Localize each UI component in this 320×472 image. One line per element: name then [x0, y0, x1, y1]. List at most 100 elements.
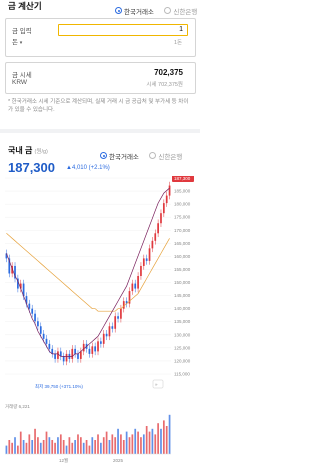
volume-label: 거래량 6,221	[5, 403, 30, 410]
price-result-box	[5, 62, 196, 94]
ma-long-line	[6, 233, 170, 312]
volume-bar	[59, 434, 62, 454]
volume-bar	[160, 428, 162, 454]
candle-body	[77, 353, 79, 359]
section-divider	[0, 129, 200, 133]
volume-bar	[39, 442, 42, 454]
radio-krx[interactable]: 한국거래소	[115, 6, 154, 16]
market-source-radio-group: 한국거래소 신한은행	[100, 146, 182, 164]
volume-bar	[42, 440, 45, 454]
candle-body	[151, 240, 154, 249]
radio-selected-icon	[115, 7, 122, 14]
y-tick-label: 115,000	[174, 372, 190, 377]
market-change: ▲4,010 (+2.1%)	[66, 165, 110, 171]
candle-body	[82, 343, 85, 352]
candle-body	[37, 321, 39, 327]
volume-bar	[125, 431, 128, 454]
volume-bar	[48, 437, 51, 454]
unit-dropdown[interactable]: 돈 ▾	[12, 36, 22, 46]
volume-bar	[108, 440, 111, 454]
volume-bar	[85, 440, 88, 454]
volume-bar	[19, 431, 22, 454]
volume-bar	[157, 423, 159, 454]
ma-short-line	[6, 187, 170, 357]
volume-bar	[142, 434, 145, 454]
radio-unselected-icon	[164, 7, 172, 14]
price-label: 금 시세	[12, 72, 32, 79]
chevron-down-icon: ▾	[19, 40, 23, 46]
candle-body	[111, 326, 114, 329]
volume-bar	[8, 440, 11, 454]
price-chart[interactable]: 187,300 185,000 180,000 175,000 170,000 165,0…	[3, 176, 197, 468]
volume-bar	[134, 428, 137, 454]
volume-bar	[111, 434, 114, 454]
y-tick-label: 180,000	[174, 202, 191, 207]
x-label: 12월	[59, 457, 68, 464]
currency-label: KRW	[12, 79, 28, 86]
disclaimer-note: * 한국거래소 시세 기준으로 계산되며, 실제 거래 시 금 공급처 및 부가…	[8, 99, 189, 113]
candle-body	[108, 326, 111, 337]
volume-bar	[140, 437, 142, 454]
y-tick-label: 145,000	[174, 293, 191, 298]
quantity-input[interactable]: 1	[58, 24, 188, 36]
candle-body	[122, 301, 125, 309]
volume-bar	[122, 440, 125, 454]
volume-bar	[145, 426, 148, 454]
candle-body	[42, 333, 45, 339]
volume-bar	[77, 434, 79, 454]
candle-body	[117, 316, 119, 319]
candle-body	[154, 233, 157, 241]
candle-body	[79, 351, 82, 359]
volume-bar	[88, 445, 91, 454]
candle-body	[74, 348, 76, 354]
candle-body	[34, 313, 36, 322]
candle-body	[54, 353, 56, 359]
market-price: 187,300	[8, 160, 55, 175]
candle-body	[168, 185, 171, 196]
candle-body	[57, 351, 59, 359]
candle-body	[160, 213, 162, 224]
volume-bar	[94, 440, 97, 454]
candle-body	[142, 258, 145, 266]
candle-body	[162, 203, 165, 214]
volume-bar	[137, 431, 139, 454]
candle-body	[145, 258, 148, 261]
volume-bar	[22, 440, 25, 454]
candle-body	[100, 341, 102, 344]
candle-body	[94, 346, 97, 352]
volume-bar	[34, 428, 36, 454]
volume-bar	[31, 440, 34, 454]
price-value: 702,375	[154, 68, 183, 77]
volume-bar	[91, 437, 94, 454]
candle-body	[62, 356, 65, 362]
y-tick-label: 125,000	[174, 345, 191, 350]
candle-body	[165, 195, 168, 204]
candle-body	[31, 308, 34, 314]
volume-bar	[114, 437, 117, 454]
volume-bar	[102, 437, 105, 454]
candle-body	[148, 248, 151, 261]
x-label: 2025	[113, 458, 124, 463]
market-radio-krx[interactable]: 한국거래소	[100, 151, 139, 161]
volume-bar	[151, 428, 154, 454]
input-unit-hint: 1돈	[174, 40, 183, 46]
y-tick-label: 175,000	[174, 215, 191, 220]
candle-body	[88, 348, 91, 354]
volume-bar	[54, 442, 56, 454]
volume-bar	[37, 437, 39, 454]
candle-body	[131, 283, 134, 292]
candle-body	[120, 308, 122, 319]
volume-bar	[62, 440, 65, 454]
volume-bar	[148, 431, 151, 454]
radio-shinhan[interactable]: 신한은행	[164, 6, 197, 16]
y-tick-label: 185,000	[174, 189, 191, 194]
volume-bar	[97, 434, 99, 454]
y-tick-label: 140,000	[174, 306, 191, 311]
market-radio-shinhan[interactable]: 신한은행	[149, 151, 182, 161]
price-sub: 시세 702,375원	[146, 82, 183, 88]
candle-body	[91, 346, 94, 354]
candle-body	[105, 333, 108, 337]
y-tick-label: 130,000	[174, 332, 191, 337]
y-tick-label: 160,000	[174, 254, 191, 259]
candle-body	[28, 303, 31, 309]
